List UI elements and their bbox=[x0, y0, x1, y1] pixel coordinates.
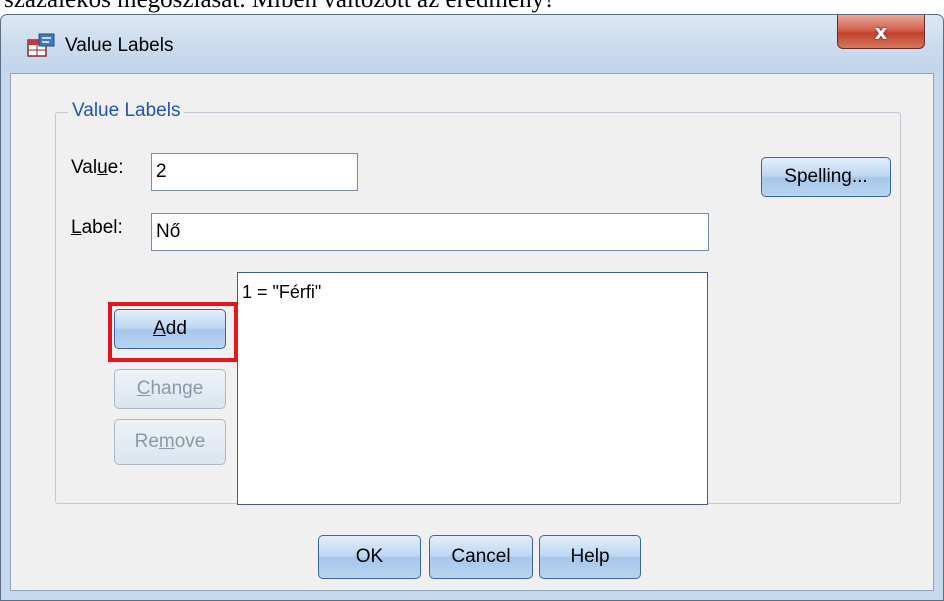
groupbox-legend: Value Labels bbox=[68, 100, 185, 122]
value-labels-dialog: Value Labels x Value Labels Value: Label… bbox=[0, 14, 944, 601]
value-label: Value: bbox=[71, 157, 124, 178]
value-labels-icon bbox=[27, 32, 55, 58]
label-label: Label: bbox=[71, 217, 123, 238]
value-input[interactable] bbox=[151, 153, 358, 191]
change-button[interactable]: Change bbox=[114, 369, 226, 409]
list-item[interactable]: 1 = "Férfi" bbox=[242, 281, 703, 303]
help-button[interactable]: Help bbox=[539, 535, 641, 579]
close-button[interactable]: x bbox=[837, 15, 925, 49]
dialog-client-area: Value Labels Value: Label: 1 = "Férfi" A… bbox=[10, 73, 934, 591]
ok-button[interactable]: OK bbox=[318, 535, 421, 579]
add-button-highlight bbox=[108, 302, 238, 362]
close-icon: x bbox=[874, 19, 888, 44]
value-labels-list[interactable]: 1 = "Férfi" bbox=[237, 272, 708, 505]
cancel-button[interactable]: Cancel bbox=[429, 535, 533, 579]
background-document-text: százalékos megoszlását. Miben változott … bbox=[4, 0, 555, 14]
title-bar[interactable]: Value Labels x bbox=[1, 15, 943, 73]
spelling-button[interactable]: Spelling... bbox=[761, 157, 891, 197]
label-input[interactable] bbox=[151, 213, 709, 251]
dialog-title: Value Labels bbox=[65, 35, 174, 56]
remove-button[interactable]: Re m ove bbox=[114, 419, 226, 465]
